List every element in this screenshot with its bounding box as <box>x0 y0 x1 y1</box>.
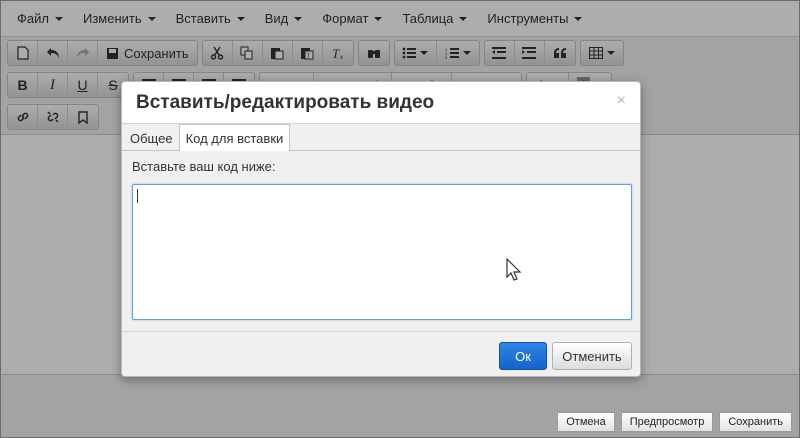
tab-embed-code[interactable]: Код для вставки <box>178 124 291 153</box>
dialog-title: Вставить/редактировать видео <box>136 91 435 113</box>
dialog-header: Вставить/редактировать видео × <box>122 82 640 123</box>
embed-code-textarea[interactable] <box>132 184 632 320</box>
insert-video-dialog: Вставить/редактировать видео × Общее Код… <box>121 81 641 377</box>
footer-cancel-button[interactable]: Отмена <box>557 412 615 432</box>
dialog-footer: Ок Отменить <box>122 331 640 376</box>
embed-code-label: Вставьте ваш код ниже: <box>132 159 276 174</box>
footer-save-button[interactable]: Сохранить <box>719 412 792 432</box>
text-cursor <box>137 189 138 203</box>
dialog-tabs: Общее Код для вставки <box>122 123 640 153</box>
ok-button[interactable]: Ок <box>499 342 547 370</box>
footer-preview-button[interactable]: Предпросмотр <box>620 412 714 432</box>
dialog-body: Вставьте ваш код ниже: <box>122 151 640 331</box>
tab-general[interactable]: Общее <box>124 124 179 152</box>
mouse-pointer-icon <box>506 258 522 281</box>
close-icon[interactable]: × <box>617 92 626 110</box>
form-footer: Отмена Предпросмотр Сохранить <box>557 412 792 432</box>
cancel-button[interactable]: Отменить <box>552 342 632 370</box>
